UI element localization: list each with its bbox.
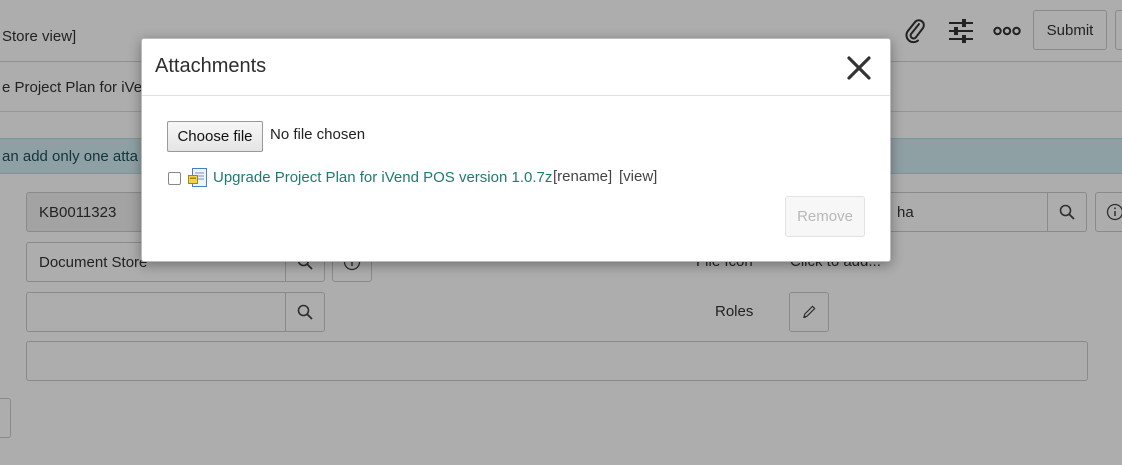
attachments-dialog: Attachments Choose file No file chosen U… <box>141 38 891 262</box>
file-icon <box>188 168 207 187</box>
attachment-link[interactable]: Upgrade Project Plan for iVend POS versi… <box>213 169 552 186</box>
view-link[interactable]: [view] <box>619 168 657 185</box>
choose-file-button[interactable]: Choose file <box>167 121 263 152</box>
remove-button[interactable]: Remove <box>785 196 865 237</box>
attachment-checkbox[interactable] <box>168 172 181 185</box>
file-chosen-status: No file chosen <box>270 126 366 143</box>
dialog-title: Attachments <box>155 55 267 77</box>
dialog-header: Attachments <box>142 39 890 96</box>
rename-link[interactable]: [rename] <box>553 168 612 185</box>
close-icon[interactable] <box>842 51 876 85</box>
